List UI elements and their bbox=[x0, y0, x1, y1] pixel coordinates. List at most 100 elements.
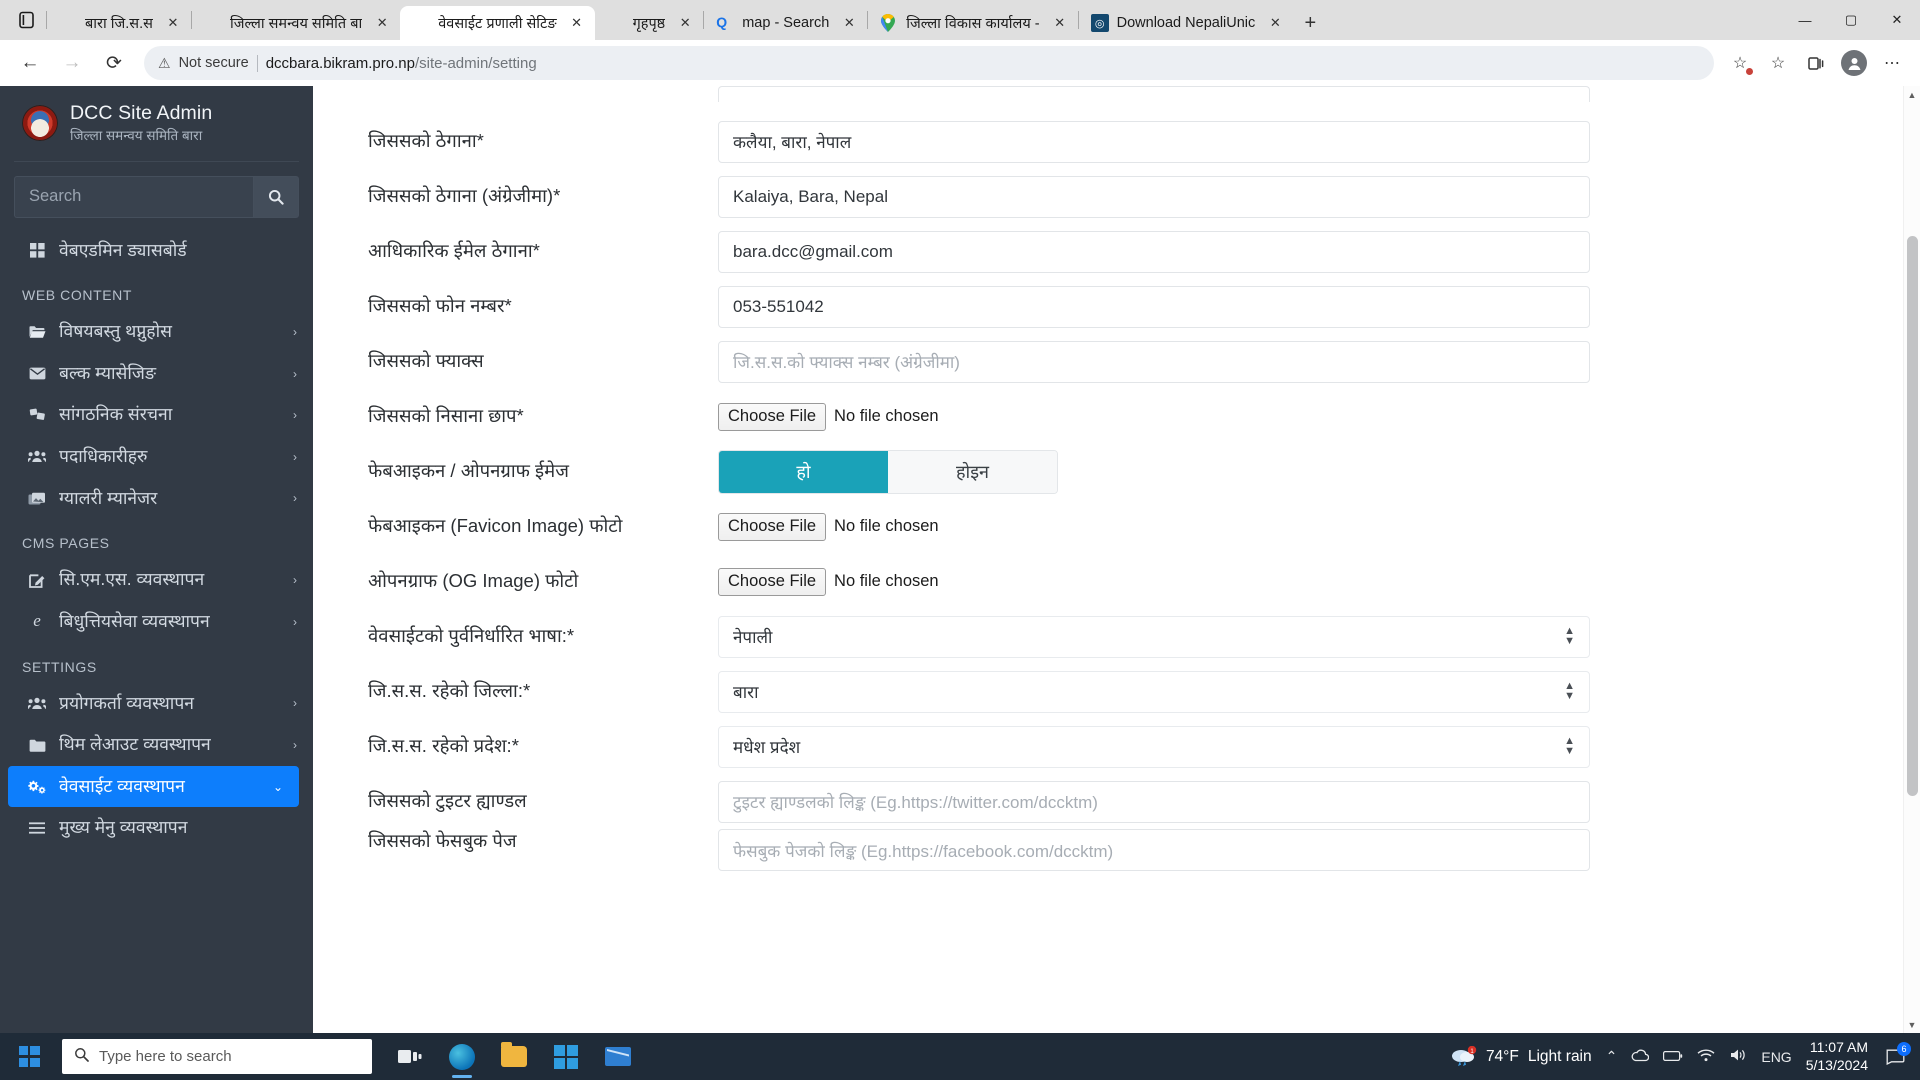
scrollbar-thumb[interactable] bbox=[1907, 236, 1918, 796]
bing-search-icon: Q bbox=[716, 14, 728, 30]
show-hidden-icons-chevron[interactable]: ⌃ bbox=[1606, 1048, 1618, 1065]
back-button[interactable]: ← bbox=[10, 46, 50, 80]
download-app-icon: ◎ bbox=[1090, 14, 1109, 32]
forward-button[interactable]: → bbox=[52, 46, 92, 80]
choose-file-button-og[interactable]: Choose File bbox=[718, 567, 827, 596]
toggle-option-no[interactable]: होइन bbox=[888, 450, 1057, 493]
mail-icon[interactable] bbox=[594, 1033, 642, 1080]
sidebar-item-cms-management[interactable]: सि.एम.एस. व्यवस्थापन › bbox=[0, 559, 313, 601]
sidebar-brand[interactable]: DCC Site Admin जिल्ला समन्वय समिति बारा bbox=[0, 86, 313, 159]
battery-icon[interactable] bbox=[1663, 1049, 1683, 1065]
tab-title: map - Search bbox=[742, 15, 830, 31]
browser-tab-7[interactable]: ◎ Download NepaliUnic ✕ bbox=[1079, 6, 1294, 40]
address-nepali-input[interactable]: कलैया, बारा, नेपाल bbox=[718, 120, 1590, 163]
close-tab-icon[interactable]: ✕ bbox=[1263, 11, 1287, 35]
file-explorer-icon[interactable] bbox=[490, 1033, 538, 1080]
weather-widget[interactable]: 1 74°F Light rain bbox=[1449, 1045, 1592, 1068]
sidebar-item-add-content[interactable]: विषयबस्तु थप्नुहोस › bbox=[0, 311, 313, 353]
close-tab-icon[interactable]: ✕ bbox=[673, 11, 697, 35]
sidebar-item-gallery-manager[interactable]: ग्यालरी म्यानेजर › bbox=[0, 478, 313, 520]
sidebar-item-officials[interactable]: पदाधिकारीहरु › bbox=[0, 436, 313, 478]
nepal-emblem-icon bbox=[607, 14, 625, 32]
onedrive-icon[interactable] bbox=[1631, 1049, 1650, 1065]
add-to-favorites-icon[interactable]: ☆ bbox=[1722, 46, 1758, 80]
toggle-option-yes[interactable]: हो bbox=[719, 450, 888, 493]
browser-tab-5[interactable]: Q map - Search ✕ bbox=[704, 6, 867, 40]
search-icon[interactable] bbox=[253, 175, 299, 218]
sidebar-section-web-content: WEB CONTENT bbox=[22, 287, 133, 304]
browser-tab-3-active[interactable]: वेवसाईट प्रणाली सेटिङ ✕ bbox=[400, 6, 595, 40]
file-status-og: No file chosen bbox=[834, 572, 939, 590]
windows-start-icon[interactable] bbox=[0, 1033, 58, 1080]
close-tab-icon[interactable]: ✕ bbox=[1048, 11, 1072, 35]
tab-actions-menu-icon[interactable] bbox=[8, 0, 46, 40]
favorites-icon[interactable]: ☆ bbox=[1760, 46, 1796, 80]
wifi-icon[interactable] bbox=[1697, 1049, 1715, 1065]
page-scrollbar[interactable]: ▲ ▼ bbox=[1903, 86, 1920, 1033]
close-tab-icon[interactable]: ✕ bbox=[837, 11, 861, 35]
province-select[interactable]: मधेश प्रदेश ▲ ▼ bbox=[718, 725, 1590, 768]
nepal-emblem-icon bbox=[412, 14, 430, 32]
scroll-up-arrow-icon[interactable]: ▲ bbox=[1904, 86, 1920, 103]
form-row-facebook: जिससको फेसबुक पेज फेसबुक पेजको लिङ्क (Eg… bbox=[313, 829, 1920, 871]
close-window-button[interactable]: ✕ bbox=[1874, 0, 1920, 40]
choose-file-button-favicon[interactable]: Choose File bbox=[718, 512, 827, 541]
profile-icon[interactable] bbox=[1836, 46, 1872, 80]
volume-icon[interactable] bbox=[1729, 1048, 1747, 1065]
twitter-handle-field[interactable]: टुइटर ह्याण्डलको लिङ्क (Eg.https://twitt… bbox=[718, 780, 1590, 823]
search-input[interactable] bbox=[14, 175, 253, 218]
choose-file-button-logo[interactable]: Choose File bbox=[718, 402, 827, 431]
scroll-down-arrow-icon[interactable]: ▼ bbox=[1904, 1016, 1920, 1033]
chevron-right-icon: › bbox=[293, 408, 297, 423]
maximize-button[interactable]: ▢ bbox=[1828, 0, 1874, 40]
sidebar-item-user-management[interactable]: प्रयोगकर्ता व्यवस्थापन › bbox=[0, 683, 313, 725]
sidebar-item-main-menu-management[interactable]: मुख्य मेनु व्यवस्थापन bbox=[0, 807, 313, 849]
sidebar-item-dashboard[interactable]: वेबएडमिन ड्यासबोर्ड bbox=[0, 230, 313, 272]
address-english-input[interactable]: Kalaiya, Bara, Nepal bbox=[718, 175, 1590, 218]
sidebar-item-e-services[interactable]: e बिधुत्तियसेवा व्यवस्थापन › bbox=[0, 601, 313, 643]
collections-icon[interactable] bbox=[1798, 46, 1834, 80]
settings-form: जिससको ठेगाना* कलैया, बारा, नेपाल जिससको… bbox=[313, 86, 1920, 1033]
language-indicator[interactable]: ENG bbox=[1761, 1049, 1791, 1065]
browser-tab-4[interactable]: गृहपृष्ठ ✕ bbox=[595, 6, 704, 40]
task-view-icon[interactable] bbox=[386, 1033, 434, 1080]
form-row-og-upload: ओपनग्राफ (OG Image) फोटो Choose File No … bbox=[313, 554, 1920, 609]
refresh-button[interactable]: ⟳ bbox=[94, 46, 134, 80]
form-label: जिससको फोन नम्बर* bbox=[368, 295, 512, 317]
browser-tab-6[interactable]: जिल्ला विकास कार्यालय - ✕ bbox=[868, 6, 1077, 40]
sidebar-item-theme-layout[interactable]: थिम लेआउट व्यवस्थापन › bbox=[0, 724, 313, 766]
phone-field[interactable]: 053-551042 bbox=[718, 285, 1590, 328]
chevron-right-icon: › bbox=[293, 324, 297, 339]
microsoft-edge-icon[interactable] bbox=[438, 1033, 486, 1080]
form-field: bara.dcc@gmail.com bbox=[718, 230, 1920, 273]
cut-off-input[interactable] bbox=[718, 86, 1590, 102]
close-tab-icon[interactable]: ✕ bbox=[565, 11, 589, 35]
fax-field[interactable]: जि.स.स.को फ्याक्स नम्बर (अंग्रेजीमा) bbox=[718, 340, 1590, 383]
facebook-page-field[interactable]: फेसबुक पेजको लिङ्क (Eg.https://facebook.… bbox=[718, 829, 1590, 871]
district-select[interactable]: बारा ▲ ▼ bbox=[718, 670, 1590, 713]
address-bar[interactable]: ⚠ Not secure dccbara.bikram.pro.np/site-… bbox=[144, 46, 1714, 80]
chevron-down-icon: ⌄ bbox=[272, 779, 283, 794]
default-language-select[interactable]: नेपाली ▲ ▼ bbox=[718, 615, 1590, 658]
close-tab-icon[interactable]: ✕ bbox=[161, 11, 185, 35]
close-tab-icon[interactable]: ✕ bbox=[370, 11, 394, 35]
email-field[interactable]: bara.dcc@gmail.com bbox=[718, 230, 1590, 273]
chevron-right-icon: › bbox=[293, 737, 297, 752]
browser-tab-1[interactable]: बारा जि.स.स ✕ bbox=[47, 6, 191, 40]
sidebar-item-organization-structure[interactable]: सांगठनिक संरचना › bbox=[0, 394, 313, 436]
chevron-right-icon: › bbox=[293, 449, 297, 464]
favicon-og-toggle: हो होइन bbox=[718, 449, 1058, 494]
microsoft-store-icon[interactable] bbox=[542, 1033, 590, 1080]
form-label: फेबआइकन / ओपनग्राफ ईमेज bbox=[368, 460, 569, 482]
notification-center-icon[interactable]: 6 bbox=[1882, 1041, 1911, 1071]
sidebar-item-bulk-messaging[interactable]: बल्क म्यासेजिङ › bbox=[0, 353, 313, 395]
sidebar-item-website-management[interactable]: वेवसाईट व्यवस्थापन ⌄ bbox=[8, 765, 299, 808]
settings-and-more-icon[interactable]: ⋯ bbox=[1874, 46, 1910, 80]
new-tab-button[interactable]: + bbox=[1293, 6, 1327, 40]
chevron-right-icon: › bbox=[293, 366, 297, 381]
minimize-button[interactable]: — bbox=[1782, 0, 1828, 40]
browser-tab-2[interactable]: जिल्ला समन्वय समिति बा ✕ bbox=[192, 6, 400, 40]
window-controls: — ▢ ✕ bbox=[1782, 0, 1920, 40]
taskbar-clock[interactable]: 11:07 AM 5/13/2024 bbox=[1806, 1039, 1868, 1074]
taskbar-search-input[interactable]: Type here to search bbox=[62, 1039, 372, 1074]
